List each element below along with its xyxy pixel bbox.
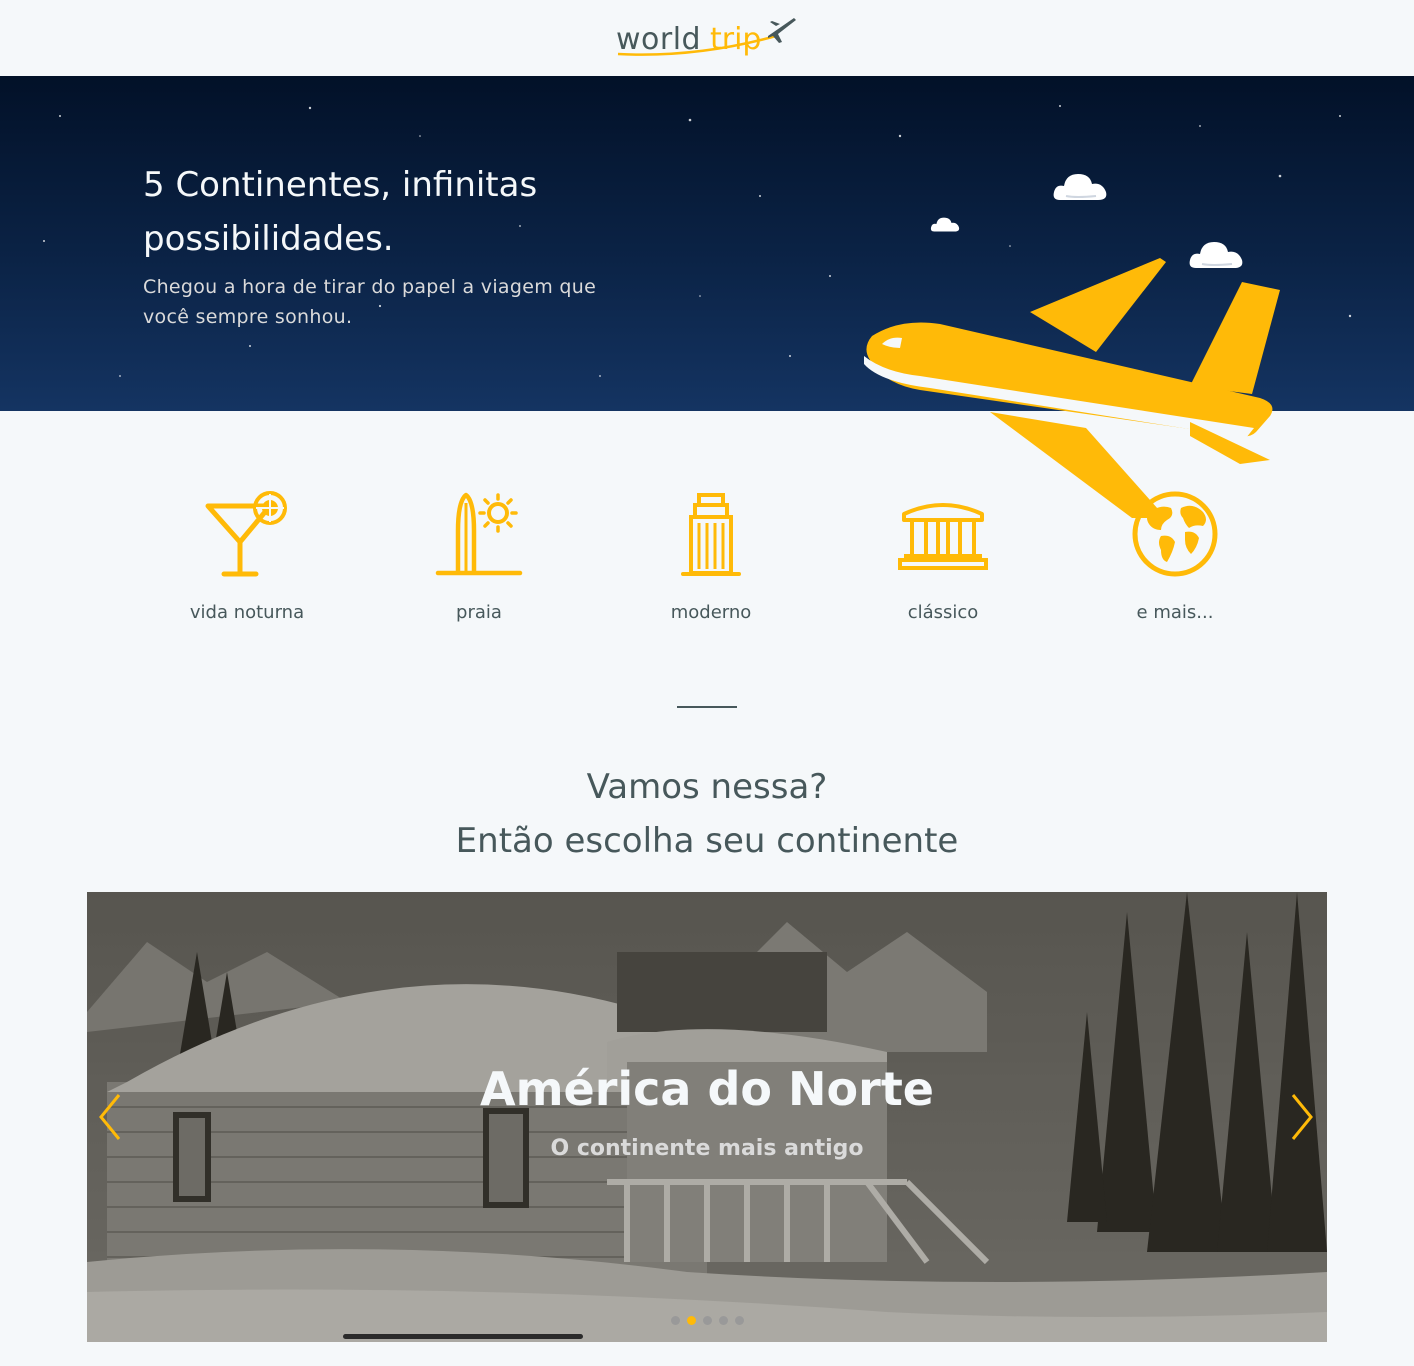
cloud-icon <box>1053 174 1107 200</box>
slider-prev-button[interactable] <box>95 1092 125 1142</box>
travel-type-beach[interactable]: praia <box>363 488 595 638</box>
travel-type-label: vida noturna <box>189 602 305 623</box>
hero-banner: 5 Continentes, infinitas possibilidades.… <box>0 76 1414 518</box>
cloud-icon <box>930 217 960 232</box>
call-line2: Então escolha seu continente <box>455 821 959 861</box>
travel-type-label: praia <box>456 602 502 623</box>
section-divider <box>677 706 737 708</box>
travel-type-more[interactable]: e mais... <box>1059 488 1291 638</box>
chevron-right-icon <box>1291 1094 1313 1140</box>
banner-subtitle-line1: Chegou a hora de tirar do papel a viagem… <box>143 276 597 298</box>
surfboard-sun-icon <box>429 488 529 580</box>
colosseum-icon <box>893 488 993 580</box>
chevron-left-icon <box>99 1094 121 1140</box>
logo-airplane-icon <box>768 18 796 43</box>
continent-slider[interactable]: América do Norte O continente mais antig… <box>87 892 1327 1342</box>
slider-dot-active[interactable] <box>686 1316 696 1325</box>
slider-pagination <box>667 1316 747 1326</box>
travel-type-nightlife[interactable]: vida noturna <box>131 488 363 638</box>
banner-title-line1: 5 Continentes, infinitas <box>143 165 538 205</box>
slider-next-button[interactable] <box>1287 1092 1317 1142</box>
slider-dot[interactable] <box>734 1316 744 1325</box>
travel-type-label: e mais... <box>1136 602 1214 623</box>
slider-dot[interactable] <box>702 1316 712 1325</box>
header: world trip <box>0 0 1414 76</box>
slider-dot[interactable] <box>718 1316 728 1325</box>
cocktail-icon <box>197 488 297 580</box>
travel-type-modern[interactable]: moderno <box>595 488 827 638</box>
banner-subtitle: Chegou a hora de tirar do papel a viagem… <box>143 272 663 332</box>
globe-icon <box>1125 488 1225 580</box>
slide-subtitle: O continente mais antigo <box>550 1136 864 1161</box>
skyscraper-icon <box>661 488 761 580</box>
travel-type-label: moderno <box>670 602 752 623</box>
banner-subtitle-line2: você sempre sonhou. <box>143 306 353 328</box>
banner-title: 5 Continentes, infinitas possibilidades. <box>143 158 703 266</box>
worldtrip-logo[interactable]: world trip <box>616 14 798 62</box>
choose-continent-heading: Vamos nessa? Então escolha seu continent… <box>357 760 1057 868</box>
slide-overlay <box>87 892 1327 1342</box>
airplane-illustration <box>864 258 1280 518</box>
banner-title-line2: possibilidades. <box>143 219 394 259</box>
travel-types: vida noturna praia moderno clássico e ma… <box>131 488 1291 638</box>
travel-type-classic[interactable]: clássico <box>827 488 1059 638</box>
slider-scrollbar[interactable] <box>343 1334 583 1339</box>
call-line1: Vamos nessa? <box>586 767 828 807</box>
slide-title: América do Norte <box>479 1062 935 1116</box>
slider-dot[interactable] <box>670 1316 680 1325</box>
travel-type-label: clássico <box>907 602 979 623</box>
